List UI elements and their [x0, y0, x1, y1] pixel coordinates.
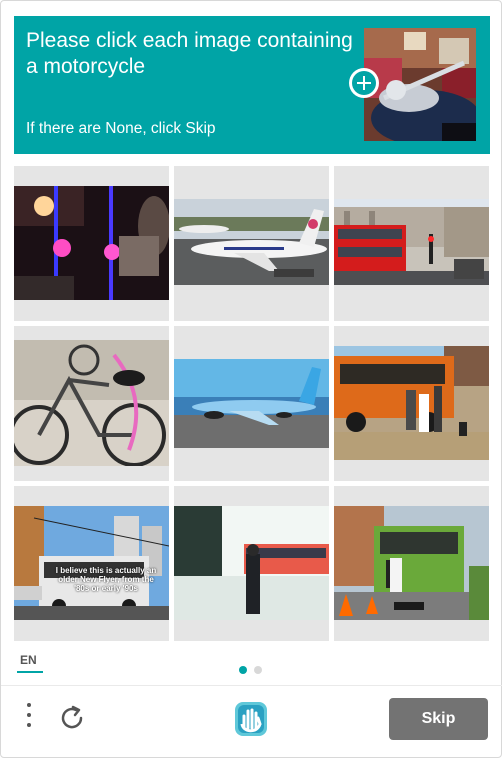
- tile-caption: I believe this is actually an older New …: [55, 566, 157, 593]
- hand-logo-icon[interactable]: [229, 698, 273, 740]
- refresh-icon[interactable]: [57, 703, 87, 733]
- tile-airplane-sea[interactable]: [174, 326, 329, 481]
- challenge-header: Please click each image containing a mot…: [14, 16, 490, 154]
- tile-red-bus-street[interactable]: [334, 166, 489, 321]
- tile-night-lights[interactable]: [14, 166, 169, 321]
- prompt-subtitle: If there are None, click Skip: [26, 120, 216, 137]
- tile-airplane-airport[interactable]: [174, 166, 329, 321]
- tile-trolley-bus[interactable]: I believe this is actually an older New …: [14, 486, 169, 641]
- footer-divider: [1, 685, 502, 686]
- tile-orange-bus[interactable]: [334, 326, 489, 481]
- tile-bus-person[interactable]: [174, 486, 329, 641]
- page-dot-inactive: [254, 666, 262, 674]
- skip-button[interactable]: Skip: [389, 698, 488, 740]
- plus-icon: [349, 68, 379, 98]
- captcha-challenge-frame: Please click each image containing a mot…: [0, 0, 502, 758]
- language-selector[interactable]: EN: [20, 653, 37, 667]
- language-underline: [17, 671, 43, 673]
- page-dot-active: [239, 666, 247, 674]
- tile-bicycles[interactable]: [14, 326, 169, 481]
- tile-green-bus[interactable]: [334, 486, 489, 641]
- prompt-title: Please click each image containing a mot…: [26, 29, 353, 78]
- more-vertical-icon[interactable]: [25, 703, 33, 733]
- sample-image: [364, 28, 476, 141]
